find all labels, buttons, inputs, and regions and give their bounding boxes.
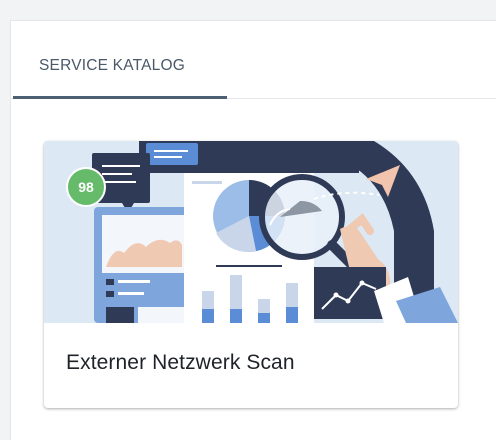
score-badge: 98	[66, 167, 106, 207]
service-catalog-panel: SERVICE KATALOG 98 Externer Netzwerk Sca…	[10, 20, 496, 440]
tab-service-katalog[interactable]: SERVICE KATALOG	[39, 57, 185, 75]
service-card[interactable]: 98 Externer Netzwerk Scan	[44, 141, 458, 408]
card-title[interactable]: Externer Netzwerk Scan	[66, 351, 295, 375]
data-analysis-illustration-icon: 98	[44, 141, 458, 323]
active-tab-indicator	[13, 96, 227, 99]
